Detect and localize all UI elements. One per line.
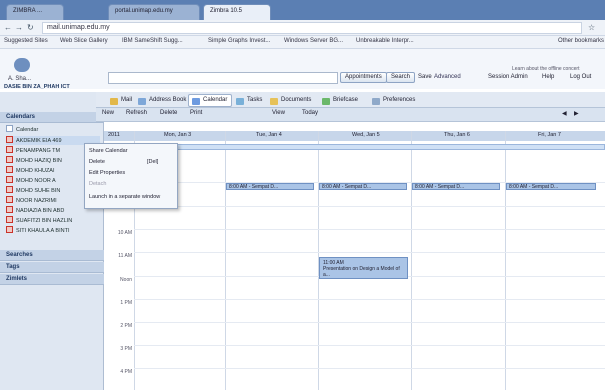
browser-tab-active[interactable]: Zimbra 10.5: [203, 4, 271, 20]
calendar-item[interactable]: SUAFITZI BIN HAZLIN: [6, 216, 100, 225]
appointments-dropdown[interactable]: Appointments: [340, 72, 387, 83]
appointment-presentation[interactable]: 11:00 AM Presentation on Design a Model …: [319, 257, 408, 279]
tab-mail[interactable]: Mail: [106, 94, 137, 107]
new-button[interactable]: New: [102, 110, 114, 120]
menu-item-share-calendar[interactable]: Share Calendar: [89, 148, 128, 154]
next-icon[interactable]: ▶: [574, 110, 579, 120]
tab-calendar[interactable]: Calendar: [188, 94, 233, 107]
browser-tabbar: ZIMBRA ... portal.unimap.edu.my Zimbra 1…: [0, 0, 605, 20]
calendar-grid[interactable]: [104, 122, 605, 390]
bookmark[interactable]: Simple Graphs Invest...: [208, 38, 270, 44]
delete-shortcut: [Del]: [147, 159, 159, 165]
grid-line: [134, 345, 605, 346]
grid-line: [411, 131, 412, 390]
save-search-link[interactable]: Save: [418, 74, 432, 80]
user-name: A. Sha...: [8, 76, 32, 82]
help-link[interactable]: Help: [542, 74, 554, 80]
grid-line: [134, 368, 605, 369]
appointment[interactable]: 8:00 AM - Sempat D...: [412, 183, 500, 190]
search-input[interactable]: [108, 72, 338, 84]
appointment[interactable]: 8:00 AM - Sempat D...: [506, 183, 596, 190]
time-label: 11 AM: [118, 253, 132, 259]
user-id: DASIE BIN ZA_PHAH ICT: [4, 84, 70, 90]
tab-documents[interactable]: Documents: [266, 94, 316, 107]
menu-item-detach: Detach: [89, 181, 107, 187]
day-header[interactable]: Tue, Jan 4: [256, 132, 282, 138]
bookmark[interactable]: Other bookmarks: [558, 38, 604, 44]
year-label: 2011: [108, 132, 120, 138]
calendar-toolbar: New Refresh Delete Print View Today ◀ ▶: [96, 108, 605, 122]
bookmark[interactable]: IBM SameShift Sugg...: [122, 38, 183, 44]
grid-line: [225, 131, 226, 390]
day-header[interactable]: Thu, Jan 6: [444, 132, 470, 138]
tab-address-book[interactable]: Address Book: [134, 94, 191, 107]
time-label: 4 PM: [120, 369, 132, 375]
grid-line: [134, 299, 605, 300]
bookmark[interactable]: Web Slice Gallery: [60, 38, 108, 44]
calendar-item[interactable]: Calendar: [6, 125, 100, 134]
menu-item-delete[interactable]: Delete: [89, 159, 105, 165]
tab-briefcase[interactable]: Briefcase: [318, 94, 363, 107]
grid-line: [134, 229, 605, 230]
prev-icon[interactable]: ◀: [562, 110, 567, 120]
star-icon[interactable]: ☆: [588, 23, 595, 32]
delete-button[interactable]: Delete: [160, 110, 177, 120]
reload-icon[interactable]: ↻: [27, 23, 34, 32]
refresh-button[interactable]: Refresh: [126, 110, 147, 120]
bookmark[interactable]: Unbreakable Interpr...: [356, 38, 414, 44]
browser-tab[interactable]: ZIMBRA ...: [6, 4, 64, 20]
header-note: Learn about the offline concert: [512, 66, 580, 72]
grid-line: [134, 322, 605, 323]
bookmark[interactable]: Suggested Sites: [4, 38, 48, 44]
time-label: 2 PM: [120, 323, 132, 329]
time-label: 1 PM: [120, 300, 132, 306]
appointment-text: Presentation on Design a Model of a...: [323, 266, 400, 278]
search-button[interactable]: Search: [386, 72, 416, 83]
day-header[interactable]: Mon, Jan 3: [164, 132, 191, 138]
url-field[interactable]: mail.unimap.edu.my: [42, 22, 582, 34]
grid-line: [134, 206, 605, 207]
day-header[interactable]: Wed, Jan 5: [352, 132, 380, 138]
tab-tasks[interactable]: Tasks: [232, 94, 267, 107]
grid-line: [505, 131, 506, 390]
address-bar-row: ← → ↻ mail.unimap.edu.my ☆: [0, 20, 605, 36]
searches-header[interactable]: Searches: [0, 250, 104, 261]
day-header[interactable]: Fri, Jan 7: [538, 132, 561, 138]
browser-tab[interactable]: portal.unimap.edu.my: [108, 4, 200, 20]
view-button[interactable]: View: [272, 110, 285, 120]
calendar-item[interactable]: SITI KHAULA A BINTI: [6, 226, 100, 235]
app-tabs: Mail Address Book Calendar Tasks Documen…: [96, 92, 605, 108]
tab-preferences[interactable]: Preferences: [368, 94, 420, 107]
time-label: 10 AM: [117, 230, 132, 236]
appointment[interactable]: 8:00 AM - Sempat D...: [226, 183, 314, 190]
day-headers: 2011 Mon, Jan 3 Tue, Jan 4 Wed, Jan 5 Th…: [104, 131, 605, 141]
bookmark[interactable]: Windows Server BG...: [284, 38, 343, 44]
grid-line: [134, 252, 605, 253]
logout-link[interactable]: Log Out: [570, 74, 591, 80]
bookmarks-bar: Suggested Sites Web Slice Gallery IBM Sa…: [0, 36, 605, 49]
appointment[interactable]: 8:00 AM - Sempat D...: [319, 183, 407, 190]
time-label: Noon: [120, 277, 132, 283]
tags-header[interactable]: Tags: [0, 262, 104, 273]
back-icon[interactable]: ←: [4, 23, 12, 32]
advanced-link[interactable]: Advanced: [434, 74, 461, 80]
forward-icon[interactable]: →: [15, 23, 23, 32]
today-button[interactable]: Today: [302, 110, 318, 120]
session-admin-link[interactable]: Session Admin: [488, 74, 528, 80]
calendar-context-menu: Share Calendar Delete [Del] Edit Propert…: [84, 143, 178, 209]
print-button[interactable]: Print: [190, 110, 202, 120]
zimbra-logo-icon: [14, 58, 30, 72]
all-day-event[interactable]: Presentation: [134, 144, 605, 150]
zimlets-header[interactable]: Zimlets: [0, 274, 104, 285]
time-label: 3 PM: [120, 346, 132, 352]
menu-item-launch-separate-window[interactable]: Launch in a separate window: [89, 194, 160, 200]
calendars-header[interactable]: Calendars: [0, 112, 104, 123]
sidebar: Calendars Calendar AKDEMIK EIA 469 PENAM…: [0, 92, 104, 390]
menu-item-edit-properties[interactable]: Edit Properties: [89, 170, 125, 176]
